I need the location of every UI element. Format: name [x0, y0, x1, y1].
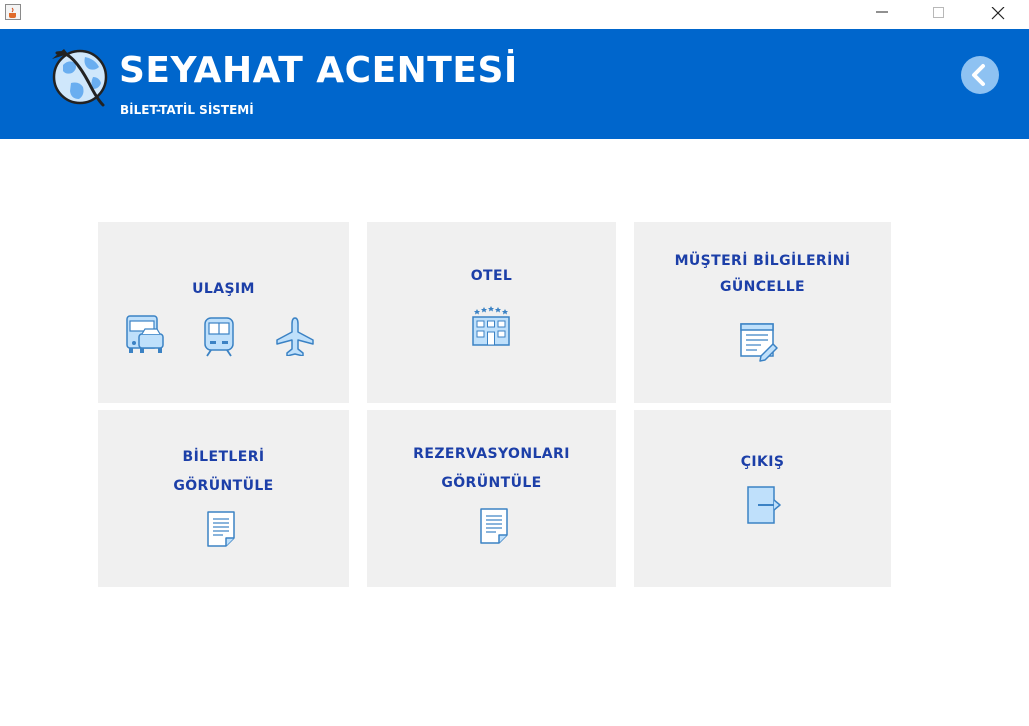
hotel-icon	[472, 306, 510, 346]
app-subtitle: BİLET-TATİL SİSTEMİ	[120, 103, 254, 117]
edit-document-icon	[740, 323, 778, 362]
tile-otel[interactable]: OTEL	[367, 222, 616, 403]
tile-biletler-label-line1: BİLETLERİ	[182, 449, 265, 465]
document-icon	[207, 511, 235, 547]
tile-musteri-label-line2: GÜNCELLE	[719, 279, 806, 295]
tile-rezervasyonlar-label-line1: REZERVASYONLARI	[413, 446, 570, 462]
train-icon	[204, 317, 234, 357]
back-button[interactable]	[961, 56, 999, 94]
tile-ulasim-label: ULAŞIM	[192, 281, 255, 297]
document-icon	[480, 508, 508, 544]
tile-otel-label: OTEL	[470, 268, 513, 284]
tile-ulasim[interactable]: ULAŞIM	[98, 222, 349, 403]
globe-plane-icon	[52, 49, 108, 107]
maximize-icon	[933, 7, 944, 18]
tile-rezervasyonlar-label-line2: GÖRÜNTÜLE	[441, 475, 542, 491]
bus-car-icon	[126, 315, 164, 353]
tile-rezervasyonlari-goruntule[interactable]: REZERVASYONLARI GÖRÜNTÜLE	[367, 410, 616, 587]
window-titlebar	[0, 0, 1029, 29]
tile-musteri-guncelle[interactable]: MÜŞTERİ BİLGİLERİNİ GÜNCELLE	[634, 222, 891, 403]
tile-biletler-label-line2: GÖRÜNTÜLE	[173, 478, 274, 494]
app-title: SEYAHAT ACENTESİ	[119, 50, 518, 91]
minimize-button[interactable]	[859, 0, 905, 29]
maximize-button[interactable]	[916, 0, 962, 29]
tile-musteri-label-line1: MÜŞTERİ BİLGİLERİNİ	[674, 253, 851, 269]
tile-cikis[interactable]: ÇIKIŞ	[634, 410, 891, 587]
close-icon	[991, 7, 1005, 20]
airplane-icon	[276, 317, 314, 356]
tile-biletleri-goruntule[interactable]: BİLETLERİ GÖRÜNTÜLE	[98, 410, 349, 587]
exit-icon	[747, 486, 781, 524]
java-cup-icon[interactable]	[5, 4, 21, 20]
app-header: SEYAHAT ACENTESİ BİLET-TATİL SİSTEMİ	[0, 29, 1029, 139]
tile-cikis-label: ÇIKIŞ	[740, 454, 785, 470]
close-button[interactable]	[975, 0, 1021, 29]
chevron-left-icon	[972, 64, 985, 86]
minimize-icon	[876, 11, 888, 13]
